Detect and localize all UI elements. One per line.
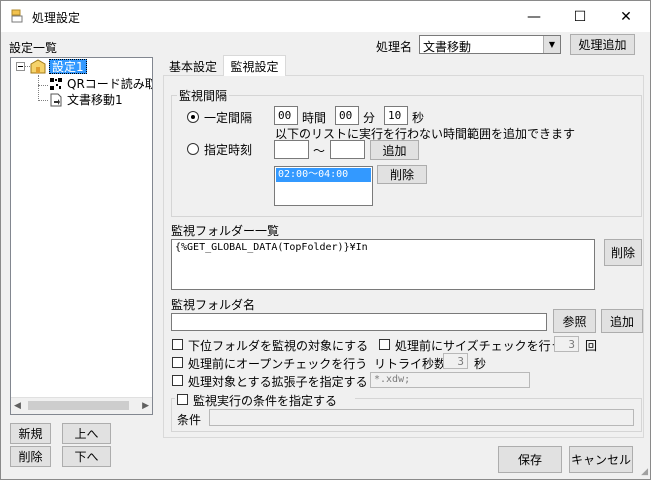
tree-hscrollbar[interactable]: ◀ ▶ [11,397,152,414]
scroll-thumb[interactable] [28,401,129,410]
scroll-left-icon[interactable]: ◀ [14,401,21,411]
delete-setting-button[interactable]: 削除 [10,446,51,467]
minutes-unit: 分 [363,111,376,125]
fixed-interval-radio[interactable] [187,111,199,123]
app-icon [10,9,24,23]
document-move-icon [49,93,63,107]
collapse-icon[interactable] [16,62,25,71]
monitor-folder-list-label: 監視フォルダー一覧 [171,224,280,238]
seconds-input[interactable]: 10 [384,106,408,125]
time-range-item[interactable]: 02:00〜04:00 [276,168,371,182]
hours-unit: 時間 [302,111,327,125]
new-button[interactable]: 新規 [10,423,51,444]
settings-tree[interactable]: 設定1 QRコード読み取 文書移動1 ◀ ▶ [10,57,153,415]
time-from-input[interactable] [274,140,309,159]
add-time-range-button[interactable]: 追加 [370,140,419,160]
add-process-button[interactable]: 処理追加 [570,34,635,55]
extension-checkbox[interactable] [172,375,183,386]
maximize-button[interactable]: ☐ [557,1,603,32]
size-check-label: 処理前にサイズチェックを行う [395,339,563,353]
delete-time-range-button[interactable]: 削除 [377,165,427,184]
retry-seconds-input[interactable]: 3 [443,353,468,369]
minimize-icon: — [527,8,541,25]
condition-checkbox[interactable] [177,394,188,405]
tab-basic[interactable]: 基本設定 [165,56,221,76]
fixed-interval-label: 一定間隔 [204,111,253,125]
time-to-input[interactable] [330,140,365,159]
time-range-list[interactable]: 02:00〜04:00 [274,166,373,206]
condition-group-label: 監視実行の条件を指定する [193,394,338,408]
cancel-button[interactable]: キャンセル [569,446,633,473]
condition-field-label: 条件 [177,413,202,427]
monitor-folder-item[interactable]: {%GET_GLOBAL_DATA(TopFolder)}¥In [175,242,368,253]
size-check-checkbox[interactable] [379,339,390,350]
hours-input[interactable]: 00 [274,106,298,125]
process-name-value: 文書移動 [423,40,472,54]
specified-time-label: 指定時刻 [204,143,253,157]
open-check-label: 処理前にオープンチェックを行う [188,357,368,371]
tree-item-move[interactable]: 文書移動1 [67,93,123,108]
close-button[interactable]: ✕ [603,1,649,32]
title-bar: 処理設定 — ☐ ✕ [1,1,650,32]
process-name-select[interactable]: 文書移動 ▼ [419,35,561,54]
delete-folder-button[interactable]: 削除 [604,239,642,266]
scroll-right-icon[interactable]: ▶ [142,401,149,411]
open-check-checkbox[interactable] [172,357,183,368]
monitor-folder-name-input[interactable] [171,313,547,331]
seconds-unit: 秒 [412,111,425,125]
move-down-button[interactable]: 下へ [62,446,111,467]
exclusion-note: 以下のリストに実行を行わない時間範囲を追加できます [275,127,576,141]
retry-label: リトライ秒数 [374,357,447,371]
minimize-button[interactable]: — [511,1,557,32]
save-button[interactable]: 保存 [498,446,562,473]
monitor-folder-list[interactable]: {%GET_GLOBAL_DATA(TopFolder)}¥In [171,239,595,290]
subfolders-label: 下位フォルダを監視の対象にする [188,339,369,353]
extension-input[interactable]: *.xdw; [370,372,530,388]
minutes-input[interactable]: 00 [335,106,359,125]
home-folder-icon [30,59,46,74]
monitor-folder-name-label: 監視フォルダ名 [171,298,256,312]
add-folder-button[interactable]: 追加 [601,309,643,333]
tab-monitor[interactable]: 監視設定 [223,55,286,76]
settings-list-label: 設定一覧 [9,41,58,55]
specified-time-radio[interactable] [187,143,199,155]
dropdown-arrow-icon[interactable]: ▼ [543,36,560,53]
window-title: 処理設定 [32,11,81,25]
extension-label: 処理対象とする拡張子を指定する [188,375,368,389]
interval-group-label: 監視間隔 [177,87,230,104]
size-check-count-input[interactable]: 3 [554,336,579,352]
qr-code-icon [49,77,63,91]
move-up-button[interactable]: 上へ [62,423,111,444]
condition-input[interactable] [209,409,634,426]
monitor-settings-panel: 監視間隔 一定間隔 00 時間 00 分 10 秒 以下のリストに実行を行わない… [163,75,644,438]
range-tilde: 〜 [313,144,326,158]
retry-unit: 秒 [474,357,487,371]
resize-grip-icon[interactable]: ◢ [641,467,648,477]
browse-button[interactable]: 参照 [553,309,596,333]
maximize-icon: ☐ [573,8,587,25]
process-name-label: 処理名 [376,40,413,54]
settings-window: 処理設定 — ☐ ✕ 設定一覧 設定1 QRコード読み取 文書移動1 ◀ ▶ 新… [0,0,651,480]
close-icon: ✕ [620,8,632,25]
tree-item-qr[interactable]: QRコード読み取 [67,77,152,92]
tree-item-root[interactable]: 設定1 [49,59,87,74]
subfolders-checkbox[interactable] [172,339,183,350]
size-check-unit: 回 [585,339,598,353]
